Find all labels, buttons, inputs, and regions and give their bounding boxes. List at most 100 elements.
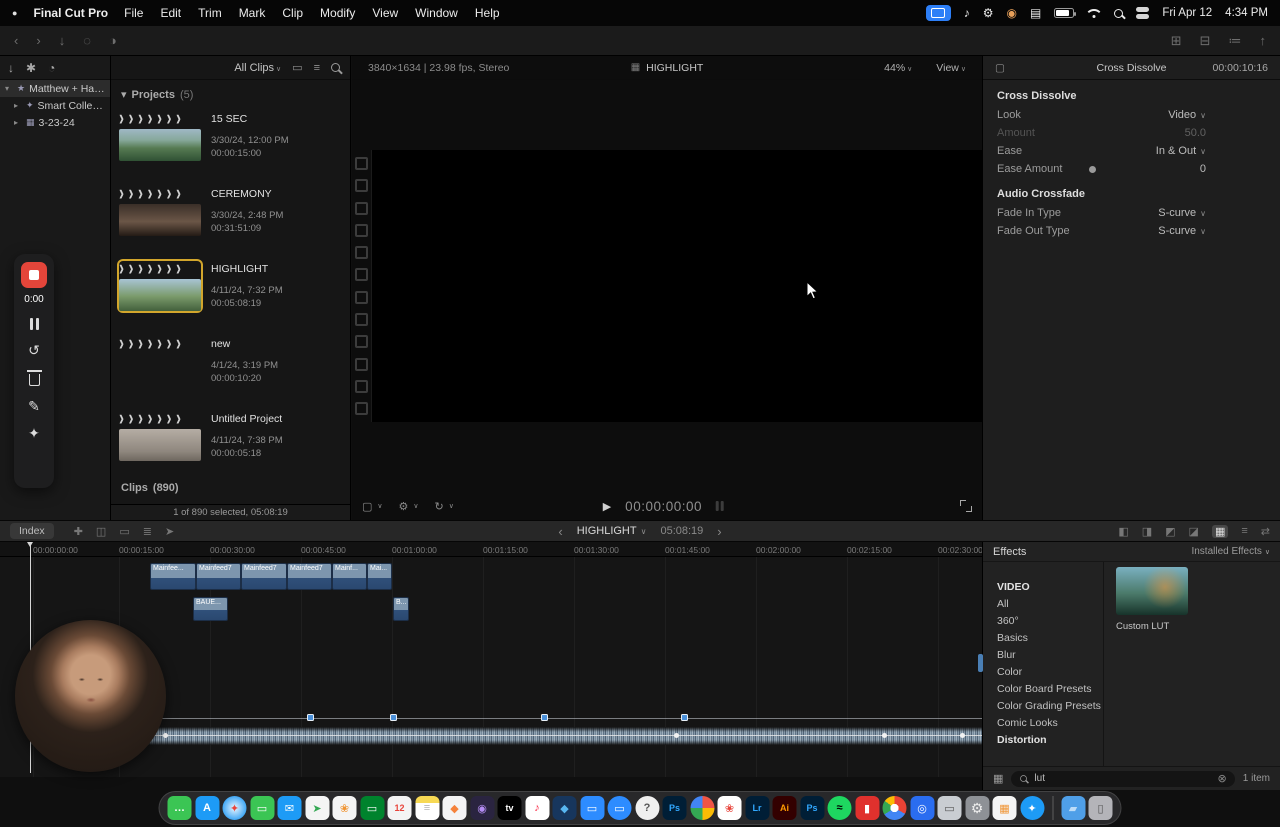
- dock-music-icon[interactable]: ♪: [525, 796, 549, 820]
- dock-illustrator-icon[interactable]: Ai: [772, 796, 797, 820]
- disclosure-triangle-icon[interactable]: ▸: [14, 101, 22, 110]
- effects-sparkle-icon[interactable]: ✦: [28, 426, 40, 440]
- download-icon[interactable]: ↓: [59, 33, 66, 48]
- dock-compass-app-icon[interactable]: ✦: [1020, 796, 1044, 820]
- effects-category[interactable]: 360°: [983, 612, 1103, 629]
- timeline-clip[interactable]: Mainfeed7: [287, 563, 332, 590]
- panels-view-icon[interactable]: ⊟: [1200, 33, 1211, 49]
- browser-search-icon[interactable]: [331, 63, 340, 72]
- stop-recording-button[interactable]: [21, 262, 47, 288]
- pause-recording-icon[interactable]: [29, 318, 39, 330]
- project-thumbnail[interactable]: [119, 186, 201, 236]
- dock-tv-icon[interactable]: tv: [497, 796, 522, 820]
- inspector-row[interactable]: Ease Amount 0: [983, 160, 1280, 178]
- dock-safari-icon[interactable]: ✦: [222, 796, 247, 820]
- disclosure-triangle-icon[interactable]: ▸: [14, 118, 22, 127]
- menu-item[interactable]: Window: [415, 6, 458, 20]
- share-icon[interactable]: ↑: [1260, 33, 1267, 48]
- timeline-clip[interactable]: Mainfeed7: [196, 563, 241, 590]
- search-text[interactable]: lut: [1034, 773, 1045, 784]
- volume-line[interactable]: [30, 718, 982, 719]
- keyword-editor-icon[interactable]: ✱: [26, 61, 36, 75]
- fullscreen-icon[interactable]: [960, 500, 972, 512]
- effects-category[interactable]: Color Board Presets: [983, 680, 1103, 697]
- clip-appearance-icon[interactable]: ▦: [1211, 524, 1229, 538]
- forward-icon[interactable]: ›: [36, 33, 40, 48]
- clips-section-header[interactable]: Clips (890): [111, 480, 350, 494]
- dock-photos-icon[interactable]: ❀: [332, 796, 357, 820]
- dock-blue-app-icon[interactable]: ◎: [910, 796, 934, 820]
- menu-item[interactable]: Help: [475, 6, 500, 20]
- project-row[interactable]: Untitled Project 4/11/24, 7:38 PM 00:00:…: [111, 405, 350, 480]
- dock-system-settings-icon[interactable]: ⚙: [965, 796, 989, 820]
- contrast-icon[interactable]: ◑: [109, 33, 117, 48]
- timeline-clip[interactable]: Mainf...: [332, 563, 367, 590]
- library-item[interactable]: ▾ ★ Matthew + Ha…: [0, 80, 110, 97]
- overwrite-edit-icon[interactable]: ◪: [1189, 525, 1199, 538]
- dock-photoshop-icon[interactable]: Ps: [662, 796, 687, 820]
- background-tasks-icon[interactable]: ◔: [48, 61, 55, 75]
- dock-photoshop-beta-icon[interactable]: Ps: [800, 796, 824, 820]
- dock-mail-icon[interactable]: ✉: [277, 796, 302, 820]
- discard-recording-icon[interactable]: [26, 370, 42, 386]
- effects-category[interactable]: VIDEO: [983, 578, 1103, 595]
- audio-meters-icon[interactable]: [716, 501, 725, 511]
- effect-item[interactable]: Custom LUT: [1116, 567, 1188, 632]
- next-timeline-icon[interactable]: ›: [717, 524, 721, 539]
- library-item[interactable]: ▸ ✦ Smart Colle…: [0, 97, 110, 114]
- tool-clips-icon[interactable]: ◫: [96, 525, 106, 538]
- parameter-value[interactable]: In & Out: [1156, 145, 1206, 157]
- view-popup[interactable]: View ∨: [936, 62, 966, 74]
- effects-category[interactable]: All: [983, 595, 1103, 612]
- viewer-canvas[interactable]: [371, 150, 982, 422]
- dock-downloads-folder-icon[interactable]: ▰: [1061, 796, 1085, 820]
- dock-lightroom-icon[interactable]: Lr: [745, 796, 769, 820]
- list-options-icon[interactable]: ≔: [1229, 33, 1242, 49]
- dock-capture-app-icon[interactable]: ◉: [470, 796, 494, 820]
- dock-calendar-icon[interactable]: 12: [387, 796, 412, 820]
- menu-item[interactable]: Clip: [282, 6, 303, 20]
- dock-chrome-icon[interactable]: [882, 796, 907, 820]
- tool-add-icon[interactable]: ✚: [74, 525, 83, 538]
- menu-bar-date[interactable]: Fri Apr 12: [1162, 7, 1212, 19]
- back-icon[interactable]: ‹: [14, 33, 18, 48]
- effects-category[interactable]: Basics: [983, 629, 1103, 646]
- skimming-icon[interactable]: ≡: [1241, 525, 1247, 537]
- effects-view-toggle-icon[interactable]: ▦: [993, 772, 1003, 785]
- dock-red-app-icon[interactable]: ▮: [855, 796, 879, 820]
- clip-filter-popup[interactable]: All Clips ∨: [234, 62, 281, 74]
- select-tool-icon[interactable]: ➤: [165, 525, 174, 538]
- parameter-value[interactable]: Video: [1168, 109, 1206, 121]
- projects-section-header[interactable]: ▾ Projects (5): [111, 80, 350, 105]
- screen-mirroring-indicator[interactable]: [925, 5, 951, 21]
- project-row[interactable]: HIGHLIGHT 4/11/24, 7:32 PM 00:05:08:19: [111, 255, 350, 330]
- wifi-icon[interactable]: [1087, 8, 1101, 18]
- audio-keyframe-marker[interactable]: [882, 733, 887, 738]
- tool-lanes-icon[interactable]: ≣: [143, 525, 152, 538]
- keyframe-marker[interactable]: [307, 714, 314, 721]
- keyframe-marker[interactable]: [541, 714, 548, 721]
- menu-item[interactable]: Trim: [198, 6, 222, 20]
- dock-app-store-icon[interactable]: A: [195, 796, 219, 820]
- project-row[interactable]: 15 SEC 3/30/24, 12:00 PM 00:00:15:00: [111, 105, 350, 180]
- apple-menu-icon[interactable]: ●: [12, 8, 17, 18]
- installed-effects-popup[interactable]: Installed Effects: [1191, 546, 1270, 557]
- scrollbar-thumb[interactable]: [978, 654, 983, 672]
- filmstrip-view-icon[interactable]: ▭: [292, 61, 302, 74]
- timeline-clip[interactable]: Mai...: [367, 563, 392, 590]
- effects-category[interactable]: Distortion: [983, 731, 1103, 748]
- keyframe-marker[interactable]: [681, 714, 688, 721]
- dock-zoom-meeting-icon[interactable]: ▭: [607, 796, 632, 820]
- disclosure-triangle-icon[interactable]: ▾: [121, 88, 127, 101]
- menu-item[interactable]: Mark: [239, 6, 266, 20]
- draw-tool-icon[interactable]: ✎: [28, 399, 40, 413]
- inspector-row[interactable]: Fade Out Type S-curve: [983, 222, 1280, 240]
- colors-dot-icon[interactable]: ◉: [1006, 6, 1016, 20]
- append-edit-icon[interactable]: ◩: [1165, 525, 1175, 538]
- effect-thumbnail[interactable]: [1116, 567, 1188, 615]
- grid-view-icon[interactable]: ⊞: [1171, 33, 1182, 49]
- effects-tools-icon[interactable]: ⚙ ∨: [399, 500, 419, 513]
- effects-category[interactable]: Color: [983, 663, 1103, 680]
- spotlight-search-icon[interactable]: [1114, 8, 1124, 18]
- dock-calculator-app-icon[interactable]: ▦: [992, 796, 1017, 820]
